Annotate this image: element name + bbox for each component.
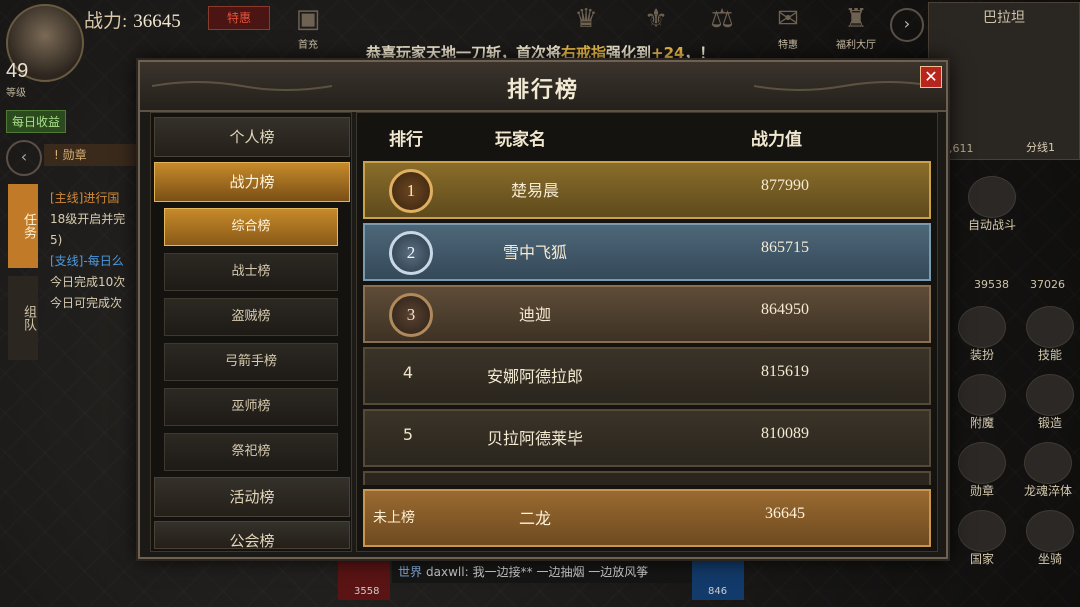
rank-number: 5 [402,425,414,444]
dress-button[interactable]: 装扮 [956,306,1008,362]
header-power: 战力值 [751,130,802,150]
nation-icon [958,510,1006,552]
power-value: 815619 [761,363,809,380]
category-guild[interactable]: 公会榜 [154,521,350,549]
first-recharge-button[interactable]: ▣ 首充 [282,2,334,54]
modal-header: 排行榜 ✕ [140,62,946,112]
dragon-soul-button[interactable]: 龙魂淬体 [1022,442,1074,498]
category-list: 个人榜 战力榜 综合榜 战士榜 盗贼榜 弓箭手榜 巫师榜 祭祀榜 活动榜 公会榜 [150,112,352,552]
rank-number: 4 [402,363,414,382]
rank-gold-badge-icon: 1 [389,169,433,213]
team-tab[interactable]: 组队 [8,276,38,360]
table-row-partial [363,471,931,485]
skill-icon [1026,306,1074,348]
table-row[interactable]: 2 雪中飞狐 865715 [363,223,931,281]
quest-tab[interactable]: 任务 [8,184,38,268]
skill-button[interactable]: 技能 [1024,306,1076,362]
dragon-soul-icon [1024,442,1072,484]
table-row[interactable]: 1 楚易晨 877990 [363,161,931,219]
player-level: 49 [6,60,29,82]
vip-icon: ♛ [574,4,598,34]
header-rank: 排行 [389,130,423,150]
subcategory-overall[interactable]: 综合榜 [164,208,338,246]
auto-battle-button[interactable]: 自动战斗 [966,176,1018,232]
map-line[interactable]: 分线1 [1026,139,1055,155]
quest-tracker[interactable]: [主线]进行国 18级开启并完 5) [支线]-每日么 今日完成10次 今日可完… [50,188,140,314]
player-name: 贝拉阿德莱毕 [486,429,583,448]
modal-title: 排行榜 [506,78,579,103]
subcategory-priest[interactable]: 祭祀榜 [164,433,338,471]
deal-icon: ✉ [777,4,799,34]
header-player-name: 玩家名 [495,130,546,150]
enchant-button[interactable]: 附魔 [956,374,1008,430]
table-row[interactable]: 3 迪迦 864950 [363,285,931,343]
subcategory-warrior[interactable]: 战士榜 [164,253,338,291]
player-name: 安娜阿德拉郎 [486,367,583,386]
power-value: 877990 [761,177,809,194]
forge-button[interactable]: 锻造 [1024,374,1076,430]
ranking-table: 排行 玩家名 战力值 1 楚易晨 877990 2 雪中飞狐 865715 3 … [356,112,938,552]
deal-button[interactable]: ✉ 特惠 [762,2,814,54]
forge-icon [1026,374,1074,416]
power-display: 战力: 36645 [84,6,181,33]
auto-battle-icon [968,176,1016,218]
mp-potion-count: 37026 [1030,278,1065,291]
leaderboard-modal: 排行榜 ✕ 个人榜 战力榜 综合榜 战士榜 盗贼榜 弓箭手榜 巫师榜 祭祀榜 活… [138,60,948,559]
medal-icon [958,442,1006,484]
player-name: 楚易晨 [510,181,559,200]
enchant-icon [958,374,1006,416]
rank-bronze-badge-icon: 3 [389,293,433,337]
level-label: 等级 [6,88,26,99]
daily-income-button[interactable]: 每日收益 [6,110,67,133]
bottom-right-number: 846 [708,586,728,597]
welfare-button[interactable]: ♜ 福利大厅 [830,2,882,54]
collapse-arrow-icon[interactable]: ‹ [6,140,42,176]
my-ranking-row: 未上榜 二龙 36645 [363,489,931,547]
mount-button[interactable]: 坐骑 [1024,510,1076,566]
dress-icon [958,306,1006,348]
rank-silver-badge-icon: 2 [389,231,433,275]
subcategory-wizard[interactable]: 巫师榜 [164,388,338,426]
mount-icon [1026,510,1074,552]
power-value: 865715 [761,239,809,256]
map-name: 巴拉坦 [983,10,1025,26]
medal-notice[interactable]: ! 勋章 [44,144,144,166]
my-power-value: 36645 [765,505,805,522]
power-value: 36645 [133,11,181,32]
vip-dropdown-button[interactable]: 特惠 [208,6,270,30]
subcategory-archer[interactable]: 弓箭手榜 [164,343,338,381]
my-rank: 未上榜 [373,510,415,526]
scale-icon: ⚖ [710,4,734,34]
minimap[interactable]: 巴拉坦 75,611 分线1 [928,2,1080,160]
power-value: 810089 [761,425,809,442]
welfare-icon: ♜ [844,4,868,34]
player-name: 雪中飞狐 [502,243,567,262]
bottom-left-number: 3558 [354,586,380,597]
table-row[interactable]: 5 贝拉阿德莱毕 810089 [363,409,931,467]
expand-arrow-icon[interactable]: › [890,8,924,42]
category-personal[interactable]: 个人榜 [154,117,350,157]
power-label: 战力: [84,11,128,32]
table-row[interactable]: 4 安娜阿德拉郎 815619 [363,347,931,405]
power-value: 864950 [761,301,809,318]
close-button[interactable]: ✕ [920,66,942,88]
gift-icon: ▣ [295,4,321,34]
hp-potion-count: 39538 [974,278,1009,291]
medal-button[interactable]: 勋章 [956,442,1008,498]
subcategory-rogue[interactable]: 盗贼榜 [164,298,338,336]
chat-bar[interactable]: 世界 daxwll: 我一边接** 一边抽烟 一边放风筝 [392,561,698,583]
player-name: 迪迦 [518,305,551,324]
category-activity[interactable]: 活动榜 [154,477,350,517]
nation-button[interactable]: 国家 [956,510,1008,566]
my-player-name: 二龙 [518,509,551,528]
reward-icon: ⚜ [644,4,668,34]
category-power[interactable]: 战力榜 [154,162,350,202]
